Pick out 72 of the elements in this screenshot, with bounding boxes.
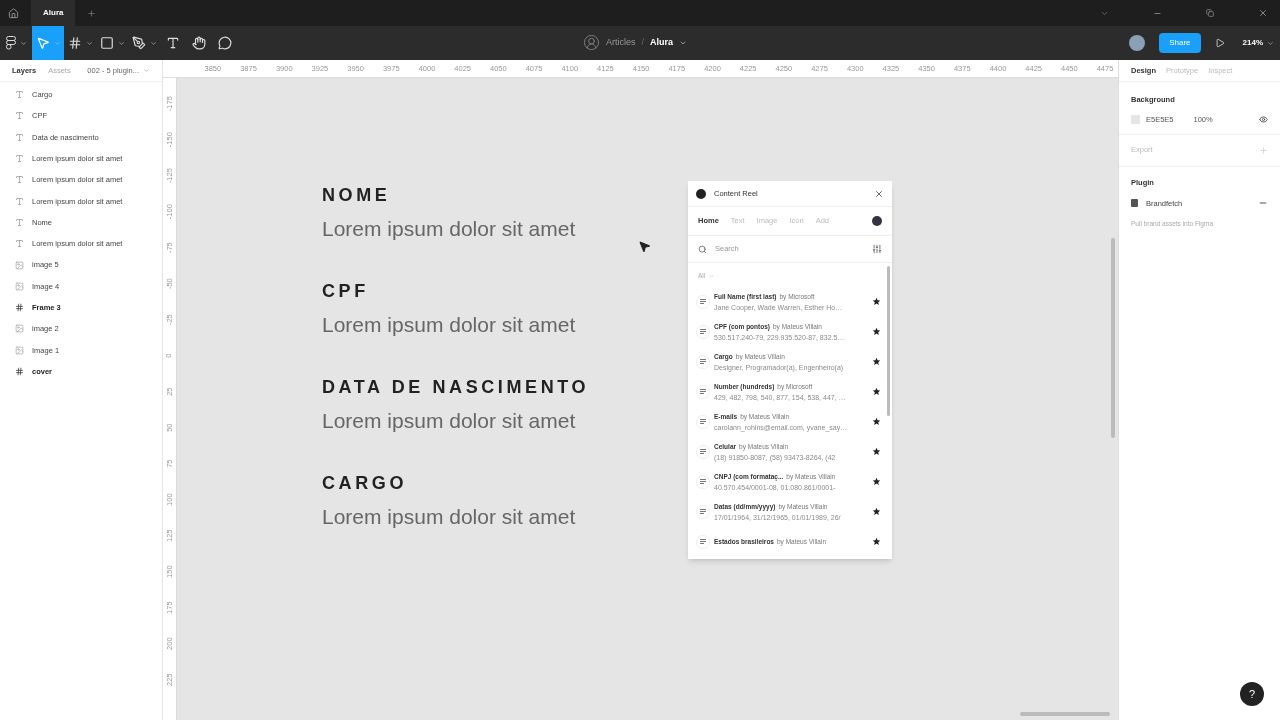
hand-tool-icon	[192, 36, 206, 50]
filter-icon[interactable]	[872, 244, 882, 254]
star-icon[interactable]	[872, 477, 881, 487]
search-icon	[698, 244, 707, 254]
zoom-dropdown[interactable]: 214%	[1242, 37, 1274, 49]
field-value: Lorem ipsum dolor sit amet	[322, 312, 577, 338]
text-layer-icon	[15, 239, 24, 249]
caret-icon	[1267, 39, 1274, 47]
breadcrumb-separator: /	[641, 35, 645, 49]
scrollbar[interactable]	[887, 266, 890, 416]
frame-tool-icon	[67, 36, 82, 50]
field-value: Lorem ipsum dolor sit amet	[322, 216, 577, 242]
text-layer-icon	[15, 217, 24, 227]
text-layer-icon	[15, 175, 24, 185]
horizontal-scrollbar[interactable]	[1020, 712, 1110, 716]
project-name[interactable]: Articles	[606, 35, 636, 50]
text-layer-icon	[15, 111, 24, 121]
user-avatar[interactable]	[1129, 35, 1146, 51]
caret-icon	[709, 272, 716, 279]
help-button[interactable]: ?	[1240, 682, 1264, 706]
frame-layer-icon	[15, 367, 24, 376]
home-icon[interactable]	[8, 7, 19, 19]
caret-icon	[149, 39, 157, 47]
star-icon[interactable]	[872, 327, 881, 337]
close-icon[interactable]	[874, 188, 884, 199]
star-icon[interactable]	[872, 417, 881, 427]
new-tab-icon[interactable]	[87, 8, 97, 18]
star-icon[interactable]	[872, 357, 881, 367]
cursor-icon	[638, 240, 651, 253]
caret-icon	[53, 39, 61, 47]
frame-layer-icon	[15, 303, 24, 313]
star-icon[interactable]	[872, 537, 881, 547]
image-layer-icon	[15, 324, 24, 334]
image-layer-icon	[15, 281, 24, 291]
image-layer-icon	[15, 345, 24, 355]
image-layer-icon	[15, 260, 24, 270]
caret-icon	[19, 39, 27, 47]
present-icon[interactable]	[1214, 38, 1225, 48]
rectangle-tool-icon	[99, 36, 114, 50]
move-tool-icon	[35, 36, 50, 50]
text-layer-icon	[15, 132, 24, 142]
file-tab[interactable]: Alura	[31, 0, 76, 26]
caret-icon	[85, 39, 93, 47]
pen-tool-icon	[131, 36, 146, 50]
account-avatar[interactable]	[872, 216, 882, 226]
text-layer-icon	[15, 90, 24, 100]
field-value: Lorem ipsum dolor sit amet	[322, 408, 577, 434]
file-name[interactable]: Alura	[650, 35, 674, 50]
vertical-scrollbar[interactable]	[1111, 238, 1115, 438]
star-icon[interactable]	[872, 447, 881, 457]
caret-icon	[117, 39, 125, 47]
caret-icon	[143, 67, 150, 74]
field-label: NOME	[322, 184, 392, 206]
field-label: DATA DE NASCIMENTO	[322, 376, 591, 398]
star-icon[interactable]	[872, 507, 881, 517]
figma-logo-icon	[5, 36, 16, 50]
star-icon[interactable]	[872, 297, 881, 307]
color-swatch[interactable]	[1131, 115, 1140, 125]
field-value: Lorem ipsum dolor sit amet	[322, 504, 577, 530]
close-icon[interactable]	[1258, 8, 1268, 18]
brand-icon	[1131, 199, 1138, 208]
team-avatar-icon	[583, 34, 600, 51]
visibility-icon[interactable]	[1259, 115, 1268, 125]
field-label: CARGO	[322, 472, 408, 494]
text-layer-icon	[15, 196, 24, 206]
field-label: CPF	[322, 280, 370, 302]
plugin-logo-icon	[696, 188, 706, 199]
text-layer-icon	[15, 154, 24, 164]
restore-icon[interactable]	[1206, 9, 1214, 17]
comment-tool-icon	[218, 36, 232, 50]
star-icon[interactable]	[872, 387, 881, 397]
text-tool-icon	[166, 36, 180, 50]
